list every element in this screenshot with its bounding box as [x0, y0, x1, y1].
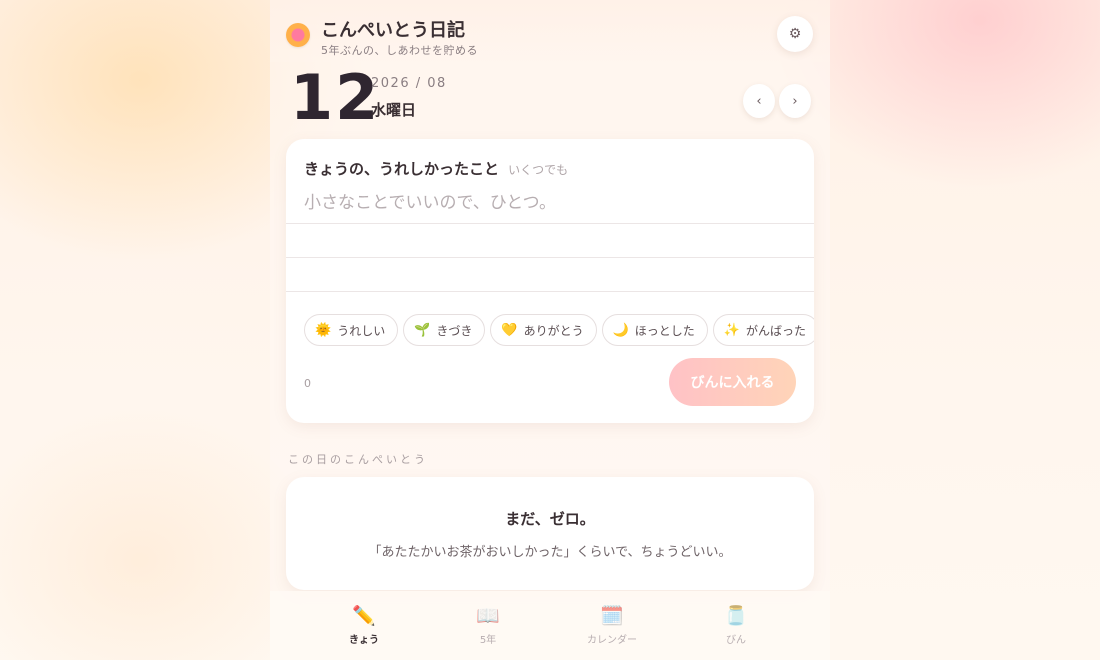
tab-label: びん [726, 635, 746, 646]
tab-5years[interactable]: 📖 5年 [426, 605, 550, 646]
entry-title: きょうの、うれしかったこと [304, 160, 500, 178]
chip-ganbatta[interactable]: ✨ がんばった [712, 314, 814, 346]
app-title: こんぺいとう日記 [321, 20, 465, 41]
gear-icon: ⚙ [788, 26, 802, 42]
logo-icon [286, 23, 310, 47]
chip-kizuki[interactable]: 🌱 きづき [403, 314, 486, 346]
submit-button[interactable]: びんに入れる [669, 358, 796, 406]
empty-state-card: まだ、ゼロ。 「あたたかいお茶がおいしかった」くらいで、ちょうどいい。 [286, 477, 814, 590]
app-subtitle: 5年ぶんの、しあわせを貯める [321, 44, 478, 57]
empty-text: 「あたたかいお茶がおいしかった」くらいで、ちょうどいい。 [368, 545, 732, 560]
bottom-nav: ✏️ きょう 📖 5年 🗓️ カレンダー 🫙 びん [270, 591, 830, 660]
tab-jar[interactable]: 🫙 びん [674, 605, 798, 646]
chip-hottoshita[interactable]: 🌙 ほっとした [601, 314, 708, 346]
chevron-right-icon: › [792, 93, 798, 109]
tab-label: きょう [349, 635, 379, 646]
entry-header: きょうの、うれしかったこと いくつでも [304, 158, 568, 179]
day-number: 12 [290, 61, 381, 134]
next-day-button[interactable]: › [779, 84, 811, 118]
calendar-icon: 🗓️ [600, 605, 624, 627]
tab-label: カレンダー [587, 635, 637, 646]
entry-line [286, 258, 814, 292]
chip-label: ほっとした [634, 323, 695, 338]
entry-card: きょうの、うれしかったこと いくつでも 🌞 うれしい 🌱 きづき 💛 ありがとう… [286, 139, 814, 423]
entry-input[interactable] [304, 193, 794, 213]
chip-label: がんばった [746, 323, 807, 338]
weekday: 水曜日 [371, 101, 417, 119]
section-label: この日のこんぺいとう [288, 453, 428, 466]
entry-hint: いくつでも [508, 163, 569, 177]
tab-today[interactable]: ✏️ きょう [302, 605, 426, 646]
app-container: こんぺいとう日記 5年ぶんの、しあわせを貯める ⚙ 12 2026 / 08 水… [270, 0, 830, 660]
moon-icon: 🌙 [612, 322, 629, 338]
sparkles-icon: ✨ [723, 322, 740, 338]
book-icon: 📖 [476, 605, 500, 627]
chevron-left-icon: ‹ [756, 93, 762, 109]
settings-button[interactable]: ⚙ [777, 16, 813, 52]
prev-day-button[interactable]: ‹ [743, 84, 775, 118]
pencil-icon: ✏️ [352, 605, 376, 627]
chip-label: うれしい [337, 323, 386, 338]
chip-label: きづき [436, 323, 473, 338]
chip-ureshii[interactable]: 🌞 うれしい [304, 314, 399, 346]
year-month: 2026 / 08 [371, 76, 447, 91]
chip-arigatou[interactable]: 💛 ありがとう [490, 314, 597, 346]
tab-label: 5年 [479, 635, 497, 646]
jar-icon: 🫙 [724, 605, 748, 627]
tab-calendar[interactable]: 🗓️ カレンダー [550, 605, 674, 646]
entry-line [286, 224, 814, 258]
tag-chips: 🌞 うれしい 🌱 きづき 💛 ありがとう 🌙 ほっとした ✨ がんばった [304, 314, 814, 348]
empty-title: まだ、ゼロ。 [505, 510, 595, 528]
chip-label: ありがとう [523, 323, 584, 338]
app-header: こんぺいとう日記 5年ぶんの、しあわせを貯める ⚙ [270, 0, 830, 62]
seedling-icon: 🌱 [414, 322, 431, 338]
heart-icon: 💛 [501, 322, 518, 338]
entry-count: 0 [304, 377, 311, 390]
sun-icon: 🌞 [315, 322, 332, 338]
